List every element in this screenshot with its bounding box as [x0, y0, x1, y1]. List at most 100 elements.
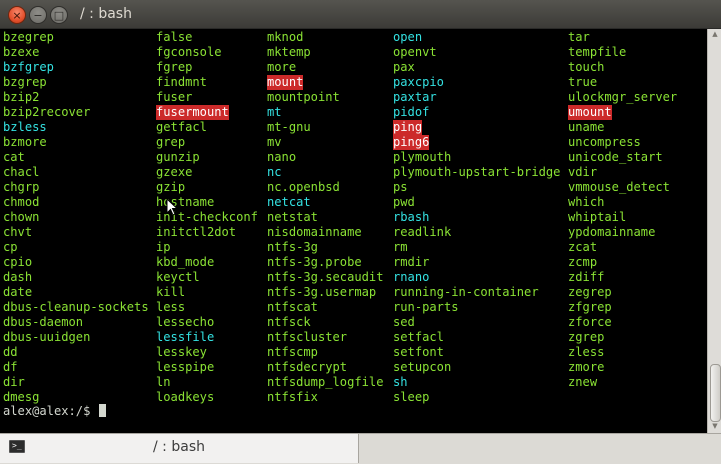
file-entry: lessfile [156, 330, 215, 344]
shell-prompt[interactable]: alex@alex:/$ [3, 404, 106, 419]
file-entry: ulockmgr_server [568, 90, 678, 104]
window-title: / : bash [80, 6, 132, 22]
file-entry: initctl2dot [156, 225, 237, 239]
file-entry: ps [393, 180, 408, 194]
file-entry: chmod [3, 195, 40, 209]
file-entry: ntfs-3g.usermap [267, 285, 377, 299]
file-entry: kill [156, 285, 186, 299]
file-entry: bzexe [3, 45, 40, 59]
title-bar[interactable]: × − □ / : bash [0, 0, 721, 29]
file-entry: mountpoint [267, 90, 340, 104]
file-entry: sh [393, 375, 408, 389]
file-entry: zforce [568, 315, 612, 329]
file-entry: znew [568, 375, 598, 389]
file-entry: ntfscat [267, 300, 318, 314]
file-entry: fuser [156, 90, 193, 104]
scrollbar-thumb[interactable] [710, 364, 721, 422]
file-entry: touch [568, 60, 605, 74]
file-entry: zfgrep [568, 300, 612, 314]
file-entry: uncompress [568, 135, 641, 149]
file-entry: umount [568, 105, 612, 120]
file-entry: cpio [3, 255, 33, 269]
file-entry: mt [267, 105, 282, 119]
file-entry: ping [393, 120, 423, 135]
file-entry: paxtar [393, 90, 437, 104]
minimize-icon: − [33, 8, 43, 22]
file-entry: zdiff [568, 270, 605, 284]
vertical-scrollbar[interactable]: ▲ ▼ [707, 29, 721, 433]
scroll-up-icon[interactable]: ▲ [711, 31, 719, 38]
file-entry: sleep [393, 390, 430, 404]
file-entry: which [568, 195, 605, 209]
file-entry: ntfs-3g [267, 240, 318, 254]
file-entry: fgrep [156, 60, 193, 74]
file-entry: nisdomainname [267, 225, 362, 239]
file-entry: false [156, 30, 193, 44]
file-entry: dir [3, 375, 25, 389]
file-entry: dbus-daemon [3, 315, 84, 329]
file-entry: lesspipe [156, 360, 215, 374]
file-entry: pax [393, 60, 415, 74]
file-entry: chacl [3, 165, 40, 179]
file-entry: bzegrep [3, 30, 54, 44]
file-entry: bzip2 [3, 90, 40, 104]
file-entry: zegrep [568, 285, 612, 299]
file-entry: chgrp [3, 180, 40, 194]
prompt-text: alex@alex:/$ [3, 404, 98, 418]
file-entry: gunzip [156, 150, 200, 164]
file-entry: bzip2recover [3, 105, 91, 119]
file-entry: running-in-container [393, 285, 539, 299]
file-entry: open [393, 30, 423, 44]
file-entry: chvt [3, 225, 33, 239]
file-entry: rbash [393, 210, 430, 224]
file-entry: nc [267, 165, 282, 179]
scroll-down-icon[interactable]: ▼ [711, 423, 719, 430]
file-entry: mt-gnu [267, 120, 311, 134]
terminal-output[interactable]: bzegrep false mknod open tar bzexe fgconsole mk… [0, 29, 707, 433]
file-entry: bzgrep [3, 75, 47, 89]
file-entry: run-parts [393, 300, 459, 314]
file-entry: ntfsfix [267, 390, 318, 404]
file-entry: findmnt [156, 75, 207, 89]
minimize-button[interactable]: − [29, 6, 47, 24]
file-entry: ntfs-3g.probe [267, 255, 362, 269]
file-entry: rm [393, 240, 408, 254]
file-entry: nano [267, 150, 297, 164]
file-entry: bzless [3, 120, 47, 134]
maximize-button[interactable]: □ [50, 6, 68, 24]
maximize-icon: □ [53, 8, 65, 22]
file-entry: pidof [393, 105, 430, 119]
file-entry: ip [156, 240, 171, 254]
file-entry: ntfscluster [267, 330, 348, 344]
file-entry: gzexe [156, 165, 193, 179]
file-entry: netstat [267, 210, 318, 224]
file-entry: getfacl [156, 120, 207, 134]
tab-bash[interactable]: >_ / : bash [0, 434, 359, 463]
file-entry: ntfs-3g.secaudit [267, 270, 384, 284]
file-entry: df [3, 360, 18, 374]
file-entry: chown [3, 210, 40, 224]
file-entry: ln [156, 375, 171, 389]
file-entry: zless [568, 345, 605, 359]
file-entry: rmdir [393, 255, 430, 269]
file-entry: mktemp [267, 45, 311, 59]
file-entry: cp [3, 240, 18, 254]
file-entry: zcmp [568, 255, 598, 269]
file-entry: paxcpio [393, 75, 444, 89]
file-entry: netcat [267, 195, 311, 209]
file-entry: tar [568, 30, 590, 44]
file-entry: true [568, 75, 598, 89]
file-entry: less [156, 300, 186, 314]
file-entry: hostname [156, 195, 215, 209]
close-button[interactable]: × [8, 6, 26, 24]
file-entry: uname [568, 120, 605, 134]
file-entry: ntfsdump_logfile [267, 375, 384, 389]
file-entry: dbus-cleanup-sockets [3, 300, 149, 314]
file-entry: bzfgrep [3, 60, 54, 74]
file-entry: ntfsdecrypt [267, 360, 348, 374]
file-entry: rnano [393, 270, 430, 284]
file-entry: kbd_mode [156, 255, 215, 269]
text-cursor [98, 404, 106, 417]
file-entry: vdir [568, 165, 598, 179]
file-entry: mknod [267, 30, 304, 44]
